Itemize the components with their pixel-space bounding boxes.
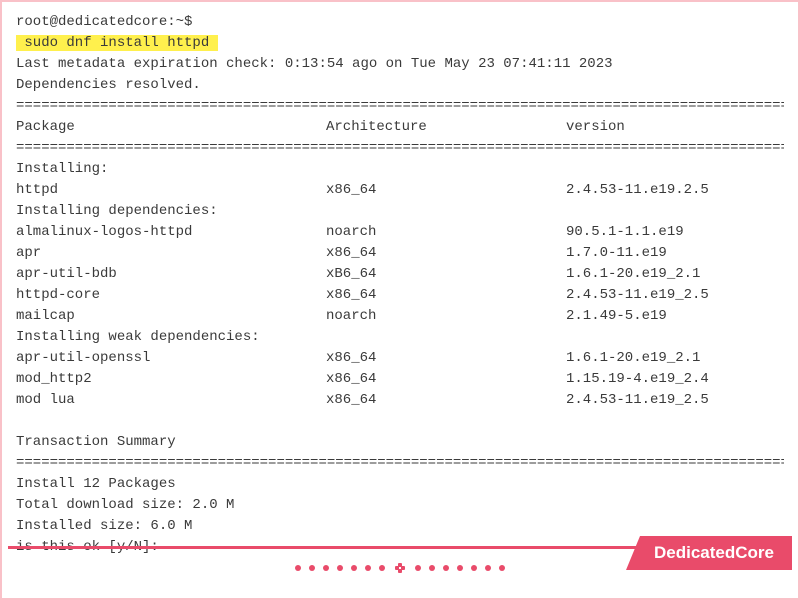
pkg-arch: x86_64 xyxy=(326,243,566,264)
table-row: apr-util-bdb xB6_64 1.6.1-20.e19_2.1 xyxy=(16,264,784,285)
pkg-ver: 2.4.53-11.e19_2.5 xyxy=(566,285,784,306)
header-version: version xyxy=(566,117,784,138)
pkg-ver: 1.7.0-11.e19 xyxy=(566,243,784,264)
dot-icon xyxy=(499,565,505,571)
summary-install: Install 12 Packages xyxy=(16,474,784,495)
pkg-ver: 90.5.1-1.1.e19 xyxy=(566,222,784,243)
pkg-name: apr-util-bdb xyxy=(16,264,326,285)
pkg-name: mailcap xyxy=(16,306,326,327)
dot-icon xyxy=(485,565,491,571)
footer: DedicatedCore xyxy=(2,546,798,598)
pkg-name: httpd xyxy=(16,180,326,201)
divider: ========================================… xyxy=(16,138,784,159)
dot-icon xyxy=(295,565,301,571)
highlighted-command: sudo dnf install httpd xyxy=(16,35,218,51)
pkg-ver: 1.6.1-20.e19_2.1 xyxy=(566,348,784,369)
table-row: mod lua x86_64 2.4.53-11.e19_2.5 xyxy=(16,390,784,411)
summary-installed: Installed size: 6.0 M xyxy=(16,516,784,537)
table-row: mod_http2 x86_64 1.15.19-4.e19_2.4 xyxy=(16,369,784,390)
pkg-name: httpd-core xyxy=(16,285,326,306)
pkg-arch: x86_64 xyxy=(326,180,566,201)
table-row: apr x86_64 1.7.0-11.e19 xyxy=(16,243,784,264)
pkg-ver: 2.1.49-5.e19 xyxy=(566,306,784,327)
table-row: apr-util-openssl x86_64 1.6.1-20.e19_2.1 xyxy=(16,348,784,369)
pkg-arch: x86_64 xyxy=(326,285,566,306)
pkg-ver: 1.6.1-20.e19_2.1 xyxy=(566,264,784,285)
divider: ========================================… xyxy=(16,453,784,474)
table-row: almalinux-logos-httpd noarch 90.5.1-1.1.… xyxy=(16,222,784,243)
pkg-arch: x86_64 xyxy=(326,369,566,390)
command-line: sudo dnf install httpd xyxy=(16,33,784,54)
deps-resolved: Dependencies resolved. xyxy=(16,75,784,96)
section-installing-weak: Installing weak dependencies: xyxy=(16,327,784,348)
table-header: Package Architecture version xyxy=(16,117,784,138)
pkg-name: mod lua xyxy=(16,390,326,411)
dot-icon xyxy=(309,565,315,571)
table-row: httpd x86_64 2.4.53-11.e19.2.5 xyxy=(16,180,784,201)
section-installing-deps: Installing dependencies: xyxy=(16,201,784,222)
blank-line xyxy=(16,411,784,432)
summary-download: Total download size: 2.0 M xyxy=(16,495,784,516)
table-row: mailcap noarch 2.1.49-5.e19 xyxy=(16,306,784,327)
dot-icon xyxy=(429,565,435,571)
pkg-ver: 2.4.53-11.e19.2.5 xyxy=(566,180,784,201)
dot-icon xyxy=(323,565,329,571)
pkg-arch: noarch xyxy=(326,306,566,327)
pkg-ver: 1.15.19-4.e19_2.4 xyxy=(566,369,784,390)
pkg-name: apr xyxy=(16,243,326,264)
dot-icon xyxy=(351,565,357,571)
pkg-name: mod_http2 xyxy=(16,369,326,390)
pkg-name: almalinux-logos-httpd xyxy=(16,222,326,243)
shell-prompt: root@dedicatedcore:~$ xyxy=(16,12,784,33)
diamond-icon xyxy=(395,563,405,573)
pkg-ver: 2.4.53-11.e19_2.5 xyxy=(566,390,784,411)
brand-badge: DedicatedCore xyxy=(626,536,792,570)
pkg-arch: xB6_64 xyxy=(326,264,566,285)
section-installing: Installing: xyxy=(16,159,784,180)
table-row: httpd-core x86_64 2.4.53-11.e19_2.5 xyxy=(16,285,784,306)
dot-icon xyxy=(471,565,477,571)
pkg-arch: noarch xyxy=(326,222,566,243)
header-package: Package xyxy=(16,117,326,138)
dot-icon xyxy=(457,565,463,571)
tx-summary-label: Transaction Summary xyxy=(16,432,784,453)
header-arch: Architecture xyxy=(326,117,566,138)
dot-icon xyxy=(365,565,371,571)
dot-icon xyxy=(379,565,385,571)
dot-icon xyxy=(415,565,421,571)
dot-icon xyxy=(443,565,449,571)
divider: ========================================… xyxy=(16,96,784,117)
pkg-name: apr-util-openssl xyxy=(16,348,326,369)
terminal-output: root@dedicatedcore:~$ sudo dnf install h… xyxy=(2,2,798,568)
metadata-line: Last metadata expiration check: 0:13:54 … xyxy=(16,54,784,75)
pkg-arch: x86_64 xyxy=(326,348,566,369)
dot-icon xyxy=(337,565,343,571)
pkg-arch: x86_64 xyxy=(326,390,566,411)
